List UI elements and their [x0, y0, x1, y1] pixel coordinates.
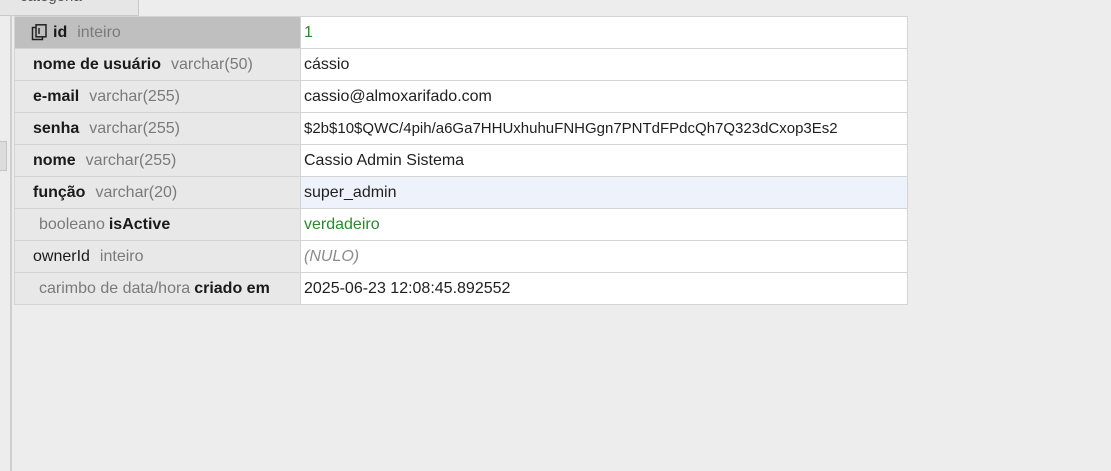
record-tab-label: categoria	[20, 0, 82, 5]
field-name-cell: nome varchar(255)	[14, 144, 301, 177]
field-name: senha	[33, 119, 80, 137]
primary-key-icon	[31, 24, 48, 41]
field-name: ownerId	[33, 247, 90, 265]
field-type: varchar(50)	[171, 55, 253, 73]
field-name-cell: e-mail varchar(255)	[14, 80, 301, 113]
field-name-cell: senha varchar(255)	[14, 112, 301, 145]
field-name: nome de usuário	[33, 55, 162, 73]
field-value-cell[interactable]: cássio	[300, 48, 908, 81]
field-name-cell: carimbo de data/hora criado em	[14, 272, 301, 305]
field-row-owner-id[interactable]: ownerId inteiro (NULO)	[14, 240, 908, 273]
field-row-password[interactable]: senha varchar(255) $2b$10$QWC/4pih/a6Ga7…	[14, 112, 908, 145]
field-name: e-mail	[33, 87, 80, 105]
field-type: varchar(255)	[85, 151, 177, 169]
record-tab[interactable]: categoria	[0, 0, 139, 16]
field-name: nome	[33, 151, 76, 169]
field-value-cell[interactable]: (NULO)	[300, 240, 908, 273]
field-name: criado em	[194, 279, 270, 297]
field-value: 2025-06-23 12:08:45.892552	[304, 279, 511, 297]
field-row-email[interactable]: e-mail varchar(255) cassio@almoxarifado.…	[14, 80, 908, 113]
field-type: carimbo de data/hora	[39, 279, 191, 297]
field-value: $2b$10$QWC/4pih/a6Ga7HHUxhuhuFNHGgn7PNTd…	[304, 120, 838, 137]
field-name: função	[33, 183, 86, 201]
field-value: Cassio Admin Sistema	[304, 151, 465, 169]
field-name-cell: função varchar(20)	[14, 176, 301, 209]
field-value-cell[interactable]: super_admin	[300, 176, 908, 209]
field-name-cell: nome de usuário varchar(50)	[14, 48, 301, 81]
field-row-id[interactable]: id inteiro 1	[14, 16, 908, 49]
field-value: 1	[304, 23, 313, 41]
field-value-cell[interactable]: 1	[300, 16, 908, 49]
field-value: cássio	[304, 55, 350, 73]
field-value: (NULO)	[304, 247, 360, 265]
field-value-cell[interactable]: 2025-06-23 12:08:45.892552	[300, 272, 908, 305]
field-row-created-at[interactable]: carimbo de data/hora criado em 2025-06-2…	[14, 272, 908, 305]
field-value-cell[interactable]: cassio@almoxarifado.com	[300, 80, 908, 113]
field-name: id	[53, 23, 68, 41]
field-type: inteiro	[99, 247, 144, 265]
field-name-cell: booleano isActive	[14, 208, 301, 241]
field-value: super_admin	[304, 183, 397, 201]
field-type: varchar(255)	[89, 119, 180, 137]
field-name-cell: ownerId inteiro	[14, 240, 301, 273]
field-row-role[interactable]: função varchar(20) super_admin	[14, 176, 908, 209]
field-name: isActive	[108, 215, 171, 233]
field-row-is-active[interactable]: booleano isActive verdadeiro	[14, 208, 908, 241]
field-row-username[interactable]: nome de usuário varchar(50) cássio	[14, 48, 908, 81]
record-detail-table: id inteiro 1 nome de usuário varchar(50)…	[14, 16, 908, 305]
field-type: booleano	[39, 215, 105, 233]
field-type: inteiro	[77, 23, 121, 41]
field-name-cell: id inteiro	[14, 16, 301, 49]
left-panel-handle[interactable]	[0, 141, 7, 171]
field-value-cell[interactable]: Cassio Admin Sistema	[300, 144, 908, 177]
field-type: varchar(255)	[89, 87, 180, 105]
field-value-cell[interactable]: verdadeiro	[300, 208, 908, 241]
field-value: verdadeiro	[304, 215, 380, 233]
left-panel-divider[interactable]	[10, 15, 12, 471]
field-row-name[interactable]: nome varchar(255) Cassio Admin Sistema	[14, 144, 908, 177]
field-value-cell[interactable]: $2b$10$QWC/4pih/a6Ga7HHUxhuhuFNHGgn7PNTd…	[300, 112, 908, 145]
field-type: varchar(20)	[95, 183, 178, 201]
field-value: cassio@almoxarifado.com	[304, 87, 492, 105]
